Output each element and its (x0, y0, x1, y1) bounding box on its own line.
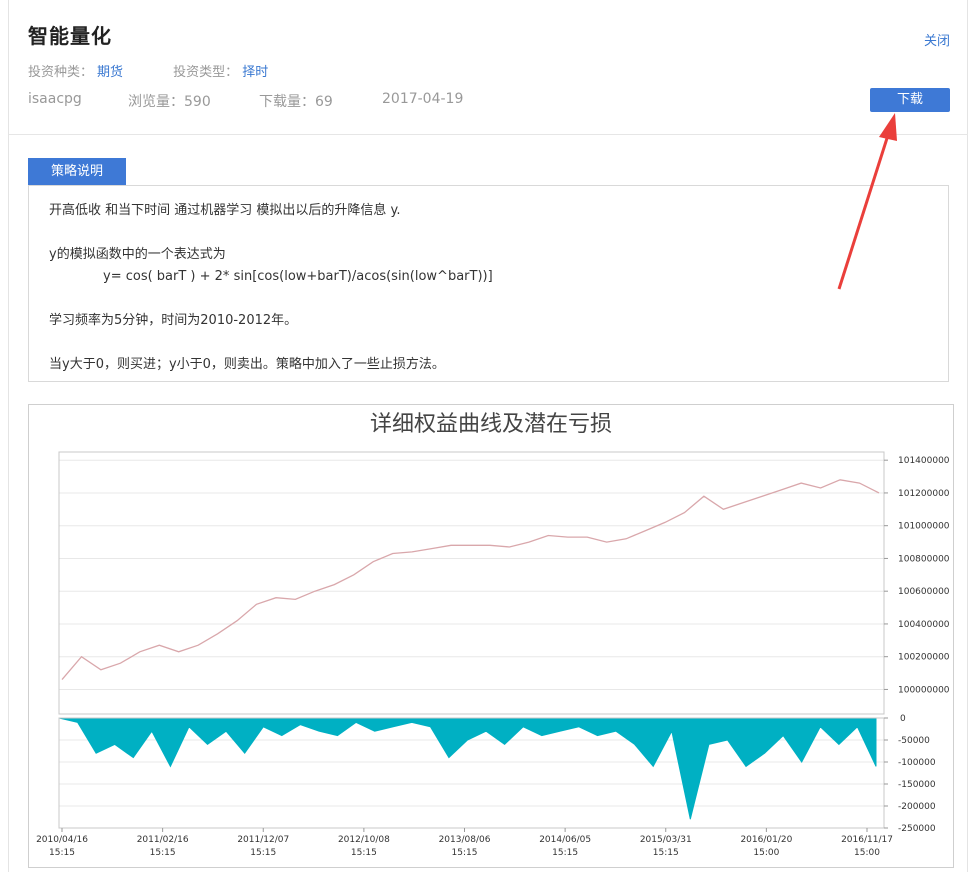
desc-line-2: y的模拟函数中的一个表达式为 (49, 247, 226, 262)
publish-date: 2017-04-19 (382, 91, 464, 107)
invest-kind-value[interactable]: 期货 (97, 65, 123, 80)
drawdown-y-tick-label: -200000 (898, 802, 936, 812)
author: isaacpg (28, 91, 82, 107)
x-tick-time: 15:15 (552, 848, 578, 858)
desc-line-5: 当y大于0，则买进；y小于0，则卖出。策略中加入了一些止损方法。 (49, 357, 445, 372)
x-tick-date: 2012/10/08 (338, 835, 390, 845)
x-tick-time: 15:15 (49, 848, 75, 858)
x-tick-date: 2016/11/17 (841, 835, 893, 845)
drawdown-y-tick-label: 0 (900, 714, 906, 724)
equity-y-tick-label: 101000000 (898, 522, 950, 532)
invest-type-label: 投资类型： (173, 65, 239, 80)
chart-frame: 详细权益曲线及潜在亏损 101400000 101200000 101000000 1… (28, 404, 954, 868)
desc-line-3: y= cos( barT ) + 2* sin[cos(low+barT)/ac… (103, 269, 493, 284)
tab-strategy-description[interactable]: 策略说明 (28, 158, 126, 185)
equity-y-tick-label: 100000000 (898, 685, 950, 695)
x-tick-date: 2013/08/06 (439, 835, 491, 845)
equity-series-line (61, 479, 880, 681)
equity-y-tick-label: 100200000 (898, 653, 950, 663)
x-tick-date: 2010/04/16 (36, 835, 88, 845)
download-count: 下载量：69 (259, 94, 333, 110)
x-tick-time: 15:15 (150, 848, 176, 858)
x-tick-date: 2014/06/05 (539, 835, 591, 845)
close-link[interactable]: 关闭 (924, 30, 950, 49)
desc-line-1: 开高低收 和当下时间 通过机器学习 模拟出以后的升降信息 y. (49, 203, 401, 218)
equity-y-tick-label: 101400000 (898, 456, 950, 466)
x-tick-date: 2016/01/20 (740, 835, 792, 845)
drawdown-series-area (58, 717, 877, 820)
equity-y-tick-label: 100800000 (898, 554, 950, 564)
drawdown-y-tick-label: -250000 (898, 824, 936, 834)
invest-kind-label: 投资种类： (28, 65, 94, 80)
x-tick-time: 15:15 (351, 848, 377, 858)
equity-y-tick-label: 100600000 (898, 587, 950, 597)
x-tick-time: 15:15 (452, 848, 478, 858)
equity-plot-border (58, 451, 885, 715)
x-tick-date: 2011/12/07 (237, 835, 289, 845)
equity-drawdown-chart: 详细权益曲线及潜在亏损 101400000 101200000 101000000 1… (36, 412, 950, 858)
drawdown-y-tick-label: -100000 (898, 758, 936, 768)
view-count: 浏览量：590 (128, 94, 211, 110)
page-title: 智能量化 (28, 24, 112, 48)
x-tick-time: 15:00 (854, 848, 880, 858)
x-tick-date: 2011/02/16 (137, 835, 189, 845)
drawdown-y-tick-label: -50000 (898, 736, 930, 746)
invest-type-value[interactable]: 择时 (242, 65, 268, 80)
x-tick-date: 2015/03/31 (640, 835, 692, 845)
x-tick-time: 15:00 (753, 848, 779, 858)
x-tick-time: 15:15 (653, 848, 679, 858)
x-tick-time: 15:15 (250, 848, 276, 858)
header-divider (9, 134, 968, 135)
download-button[interactable]: 下载 (870, 88, 950, 112)
drawdown-y-tick-label: -150000 (898, 780, 936, 790)
strategy-description: 开高低收 和当下时间 通过机器学习 模拟出以后的升降信息 y. y的模拟函数中的… (28, 185, 949, 382)
equity-y-tick-label: 101200000 (898, 489, 950, 499)
meta-row: 投资种类： 期货 投资类型： 择时 (28, 61, 314, 80)
desc-line-4: 学习频率为5分钟，时间为2010-2012年。 (49, 313, 298, 328)
equity-y-tick-label: 100400000 (898, 620, 950, 630)
chart-title: 详细权益曲线及潜在亏损 (370, 412, 612, 437)
